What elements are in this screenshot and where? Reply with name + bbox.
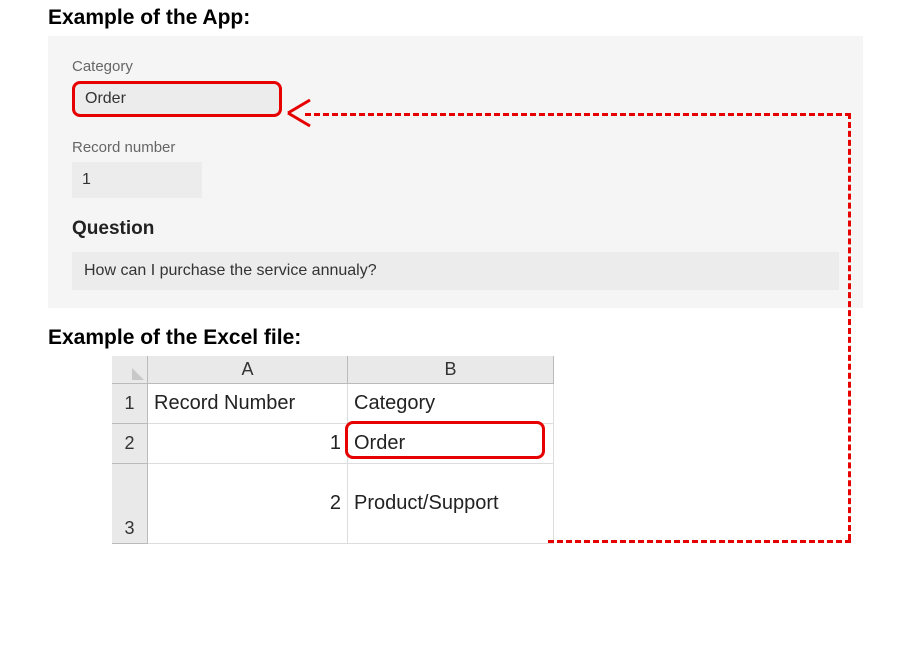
- excel-col-b-header: B: [348, 356, 554, 384]
- excel-cell-a3: 2: [148, 464, 348, 544]
- question-value: How can I purchase the service annualy?: [84, 262, 377, 280]
- record-number-label: Record number: [72, 139, 839, 156]
- excel-cell-b2: Order: [348, 424, 554, 464]
- excel-row-3-header: 3: [112, 464, 148, 544]
- category-value: Order: [85, 90, 126, 108]
- category-value-box: Order: [72, 81, 282, 117]
- question-heading: Question: [72, 218, 839, 240]
- excel-grid: A B 1 Record Number Category 2 1 Order 3…: [112, 356, 554, 544]
- excel-corner-cell: [112, 356, 148, 384]
- app-panel: Category Order Record number 1 Question …: [48, 36, 863, 308]
- excel-cell-b1: Category: [348, 384, 554, 424]
- excel-cell-a1: Record Number: [148, 384, 348, 424]
- excel-cell-b3: Product/Support: [348, 464, 554, 544]
- heading-excel-example: Example of the Excel file:: [0, 308, 911, 350]
- excel-col-a-header: A: [148, 356, 348, 384]
- excel-row-1-header: 1: [112, 384, 148, 424]
- excel-row-2-header: 2: [112, 424, 148, 464]
- connector-line-icon: [548, 540, 851, 543]
- record-number-value: 1: [82, 171, 91, 189]
- record-number-value-box: 1: [72, 162, 202, 198]
- excel-cell-b2-text: Order: [354, 432, 405, 455]
- question-value-box: How can I purchase the service annualy?: [72, 252, 839, 290]
- category-label: Category: [72, 58, 839, 75]
- heading-app-example: Example of the App:: [0, 0, 911, 30]
- excel-cell-a2: 1: [148, 424, 348, 464]
